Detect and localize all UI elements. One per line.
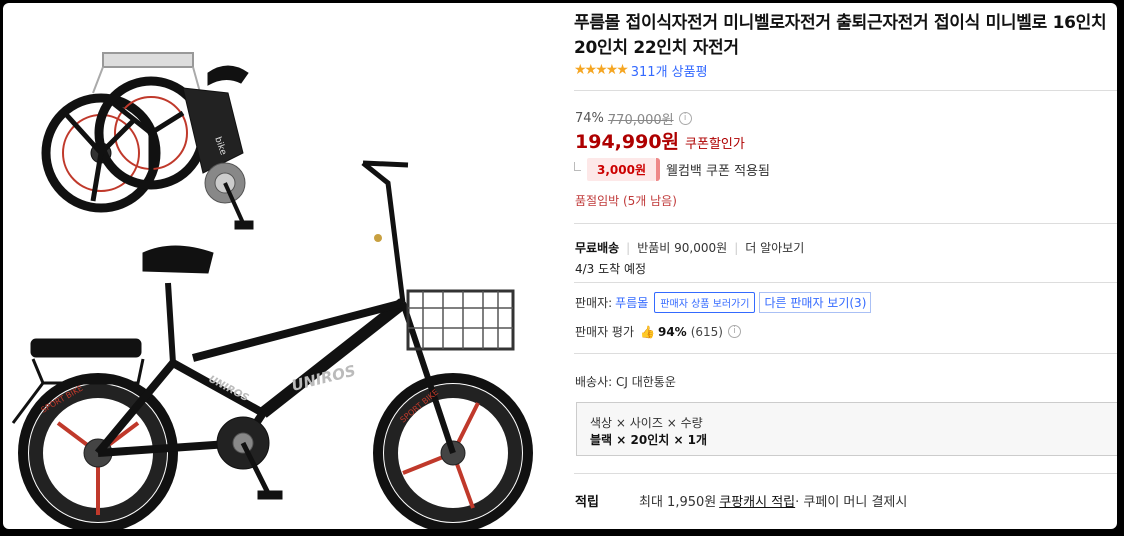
arrival-date: 4/3 도착 예정: [575, 262, 647, 276]
return-fee: 반품비 90,000원: [637, 241, 728, 255]
seller-name-link[interactable]: 푸름몰: [615, 294, 648, 311]
price-row: 194,990원 쿠폰할인가: [575, 127, 745, 154]
review-count-link[interactable]: 311개 상품평: [631, 61, 708, 80]
seller-label: 판매자:: [575, 296, 613, 310]
shipping-row: 무료배송 | 반품비 90,000원 | 더 알아보기: [575, 239, 804, 256]
seller-rating-count: (615): [690, 324, 723, 339]
info-icon[interactable]: i: [678, 112, 692, 125]
thumbs-up-icon: 👍: [640, 324, 655, 339]
learn-more-link[interactable]: 더 알아보기: [745, 239, 804, 256]
reward-label: 적립: [575, 495, 599, 510]
divider: [574, 223, 1117, 224]
reward-suffix: · 쿠페이 머니 결제시: [795, 495, 908, 510]
free-shipping-label: 무료배송: [575, 241, 620, 255]
branch-line-icon: [574, 162, 581, 171]
coupon-badge: 3,000원: [587, 158, 660, 181]
discount-rate: 74%: [575, 111, 604, 126]
product-image[interactable]: bike UNIROS UNIROS SPORT BIKE SPORT BIKE: [3, 3, 563, 529]
coupon-row: 3,000원 웰컴백 쿠폰 적용됨: [574, 158, 770, 181]
folded-bike-image: bike: [41, 52, 254, 230]
divider: [574, 90, 1117, 91]
original-price: 770,000원: [607, 113, 674, 128]
discount-row: 74% 770,000원 i: [575, 109, 692, 128]
sale-price: 194,990원: [575, 131, 680, 153]
selected-option-box[interactable]: 색상 × 사이즈 × 수량 블랙 × 20인치 × 1개: [576, 402, 1117, 456]
product-title: 푸름몰 접이식자전거 미니벨로자전거 출퇴근자전거 접이식 미니벨로 16인치 …: [574, 13, 1107, 58]
coupon-price-label: 쿠폰할인가: [685, 137, 745, 152]
seller-rating-row: 판매자 평가 👍 94% (615) i: [575, 323, 741, 340]
separator: |: [734, 240, 739, 255]
seller-rating-label: 판매자 평가: [575, 325, 635, 339]
seller-row: 판매자: 푸름몰 판매자 상품 보러가기 다른 판매자 보기(3): [575, 292, 872, 313]
separator: |: [626, 240, 631, 255]
seller-rating-percent: 94%: [657, 324, 687, 339]
star-rating-icon: ★★★★★: [574, 62, 629, 78]
view-seller-products-button[interactable]: 판매자 상품 보러가기: [654, 292, 756, 313]
divider: [574, 353, 1117, 354]
stock-warning: 품절임박 (5개 남음): [575, 194, 677, 208]
unfolded-bike-image: UNIROS UNIROS SPORT BIKE SPORT BIKE: [11, 160, 533, 529]
option-header: 색상 × 사이즈 × 수량: [590, 416, 703, 430]
other-sellers-button[interactable]: 다른 판매자 보기(3): [759, 292, 872, 313]
product-page: bike UNIROS UNIROS SPORT BIKE SPORT BIKE…: [3, 3, 1117, 529]
rating-row: ★★★★★ 311개 상품평: [574, 61, 708, 80]
coupang-cash-link[interactable]: 쿠팡캐시 적립: [719, 491, 795, 510]
carrier-text: 배송사: CJ 대한통운: [575, 375, 676, 389]
option-selected-value: 블랙 × 20인치 × 1개: [590, 433, 708, 447]
bicycle-illustration: bike UNIROS UNIROS SPORT BIKE SPORT BIKE: [11, 52, 533, 529]
reward-row: 적립 최대 1,950원 쿠팡캐시 적립 · 쿠페이 머니 결제시: [575, 491, 907, 510]
info-icon[interactable]: i: [727, 325, 741, 338]
coupon-applied-text: 웰컴백 쿠폰 적용됨: [666, 164, 770, 179]
divider: [574, 282, 1117, 283]
reward-amount: 최대 1,950원: [639, 495, 717, 510]
divider: [574, 473, 1117, 474]
